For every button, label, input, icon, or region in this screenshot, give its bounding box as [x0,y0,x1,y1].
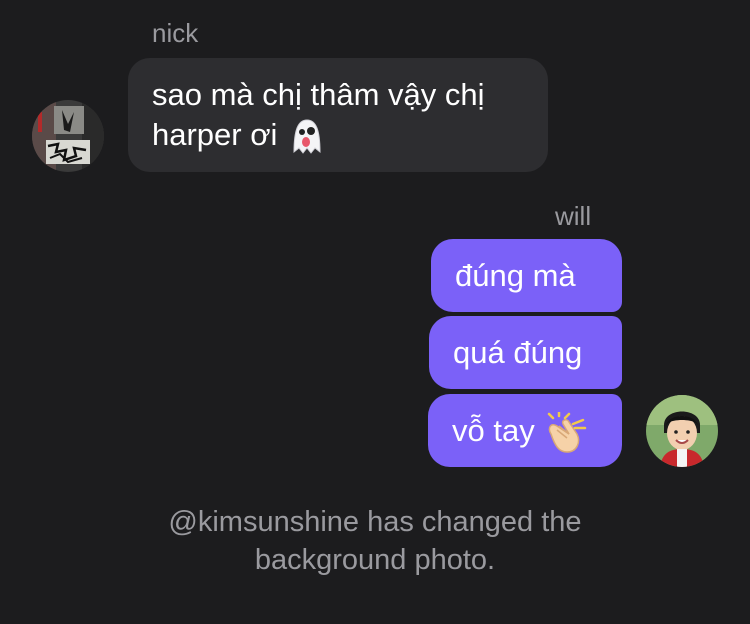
message-text: quá đúng [453,335,583,370]
message-text: vỗ tay [452,413,535,448]
message-text-line-2: harper ơi [152,115,524,158]
message-text: đúng mà [455,258,576,293]
system-message-line-2: background photo. [254,544,496,576]
message-bubble-outgoing[interactable]: đúng mà [431,239,622,312]
sender-name-will: will [555,201,592,231]
message-bubble-incoming[interactable]: sao mà chị thâm vậy chị harper ơi [128,58,548,172]
avatar-will[interactable] [646,395,718,467]
avatar-image [32,100,104,172]
ghost-emoji-icon [293,119,321,154]
message-bubble-outgoing[interactable]: quá đúng [429,316,622,389]
sender-name-nick: nick [152,18,199,48]
system-message-line: @kimsunshine has changed the [168,506,582,538]
avatar-image [646,395,718,467]
avatar-nick[interactable] [32,100,104,172]
message-bubble-outgoing[interactable]: vỗ tay [428,394,622,467]
chat-thread: nick sao mà chị thâm vậy chị harper ơi w… [0,0,750,624]
message-text-line: sao mà chị thâm vậy chị [152,77,485,112]
system-message: @kimsunshine has changed the background … [0,503,750,579]
clapping-hands-emoji-icon [548,411,587,453]
